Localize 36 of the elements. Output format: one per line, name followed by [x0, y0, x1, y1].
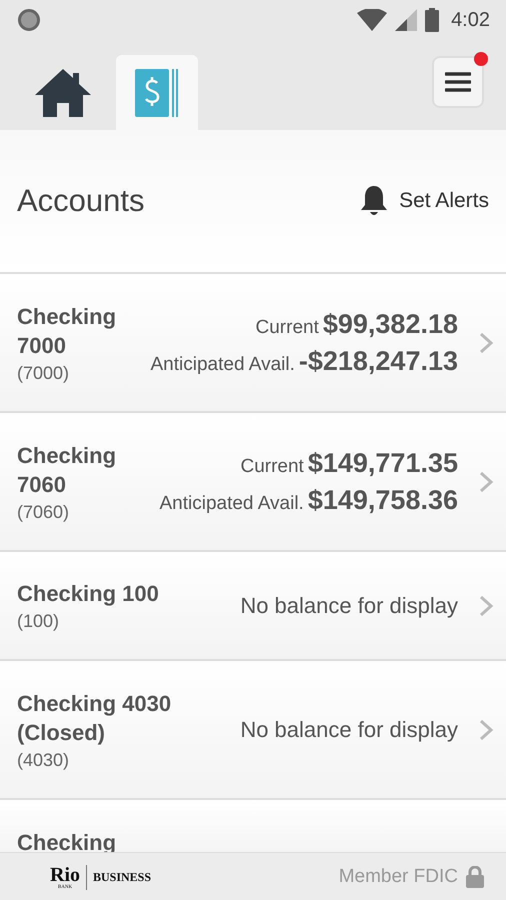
account-number: (7000) [17, 362, 70, 384]
account-name: Checking [17, 829, 118, 857]
chevron-right-icon [478, 330, 494, 354]
set-alerts-button[interactable]: Set Alerts [359, 185, 489, 217]
account-number: (4030) [17, 750, 70, 770]
balance-amount: $149,771.35 [308, 448, 458, 478]
page-title: Accounts [17, 183, 146, 219]
account-name: Checking 7000 [17, 302, 118, 360]
chevron-right-icon [478, 594, 494, 618]
balance-amount: -$218,247.13 [298, 346, 458, 376]
account-number: (7060) [17, 502, 70, 522]
lock-icon [466, 866, 484, 888]
no-balance-message: No balance for display [240, 716, 458, 742]
balance-amount: $99,382.18 [322, 308, 458, 340]
no-balance-message: No balance for display [240, 592, 458, 618]
balance-label: Anticipated Avail. [150, 354, 295, 376]
account-name: Checking 7060 [17, 442, 118, 498]
chevron-right-icon [478, 718, 494, 742]
balance-label: Current [256, 316, 319, 338]
account-number: (100) [17, 611, 60, 632]
wifi-icon [357, 9, 388, 31]
chevron-right-icon [478, 470, 494, 494]
clock-time: 4:02 [451, 8, 490, 32]
fdic-label: Member FDIC [338, 866, 458, 888]
balance-label: Anticipated Avail. [159, 492, 304, 514]
battery-icon [425, 8, 440, 32]
bell-icon [359, 185, 390, 217]
money-stack-icon [133, 66, 181, 118]
signal-icon [395, 9, 418, 31]
balance-label: Current [240, 456, 304, 478]
account-name: Checking 100 [17, 580, 160, 608]
status-dot-icon [18, 9, 40, 31]
home-icon [33, 66, 93, 118]
account-name: Checking 4030 (Closed) [17, 690, 172, 746]
menu-icon [445, 71, 471, 93]
balance-amount: $149,758.36 [308, 484, 458, 516]
